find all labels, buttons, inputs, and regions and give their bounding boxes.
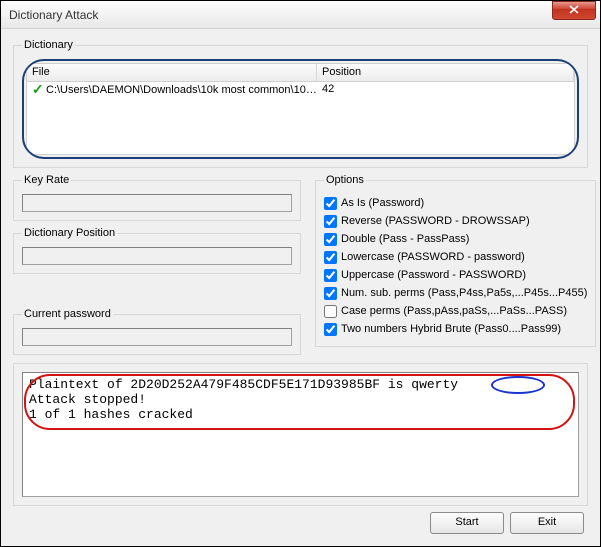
client-area: Dictionary File Position ✓C:\Users\DAEMO… (1, 29, 600, 546)
output-textarea[interactable]: Plaintext of 2D20D252A479F485CDF5E171D93… (22, 372, 579, 497)
option-item[interactable]: Num. sub. perms (Pass,P4ss,Pa5s,...P45s.… (324, 284, 587, 302)
button-bar: Start Exit (13, 510, 588, 536)
curpwd-group: Current password (13, 308, 301, 355)
option-checkbox[interactable] (324, 197, 337, 210)
options-legend: Options (324, 174, 366, 186)
keyrate-group: Key Rate (13, 174, 301, 221)
option-label: Two numbers Hybrid Brute (Pass0....Pass9… (341, 320, 561, 338)
option-label: Num. sub. perms (Pass,P4ss,Pa5s,...P45s.… (341, 284, 587, 302)
curpwd-field (22, 328, 292, 346)
dictionary-header: File Position (27, 64, 574, 82)
keyrate-field (22, 194, 292, 212)
cell-file: ✓C:\Users\DAEMON\Downloads\10k most comm… (27, 82, 317, 98)
close-icon (569, 5, 579, 14)
option-item[interactable]: Reverse (PASSWORD - DROWSSAP) (324, 212, 587, 230)
exit-button[interactable]: Exit (510, 512, 584, 534)
options-group: Options As Is (Password)Reverse (PASSWOR… (315, 174, 596, 347)
dictionary-group: Dictionary File Position ✓C:\Users\DAEMO… (13, 39, 588, 168)
option-checkbox[interactable] (324, 323, 337, 336)
option-label: Case perms (Pass,pAss,paSs,...PaSs...PAS… (341, 302, 567, 320)
option-item[interactable]: Lowercase (PASSWORD - password) (324, 248, 587, 266)
dictpos-group: Dictionary Position (13, 227, 301, 274)
curpwd-legend: Current password (22, 308, 113, 320)
option-checkbox[interactable] (324, 305, 337, 318)
option-label: Double (Pass - PassPass) (341, 230, 469, 248)
table-row[interactable]: ✓C:\Users\DAEMON\Downloads\10k most comm… (27, 82, 574, 98)
option-checkbox[interactable] (324, 233, 337, 246)
window-title: Dictionary Attack (9, 8, 552, 22)
option-item[interactable]: Two numbers Hybrid Brute (Pass0....Pass9… (324, 320, 587, 338)
option-checkbox[interactable] (324, 215, 337, 228)
option-item[interactable]: Uppercase (Password - PASSWORD) (324, 266, 587, 284)
option-checkbox[interactable] (324, 269, 337, 282)
option-checkbox[interactable] (324, 251, 337, 264)
check-icon: ✓ (32, 83, 46, 98)
dictpos-legend: Dictionary Position (22, 227, 117, 239)
cell-position: 42 (317, 82, 574, 98)
option-checkbox[interactable] (324, 287, 337, 300)
option-label: Uppercase (Password - PASSWORD) (341, 266, 526, 284)
dictionary-table[interactable]: File Position ✓C:\Users\DAEMON\Downloads… (26, 63, 575, 155)
dictpos-field (22, 247, 292, 265)
keyrate-legend: Key Rate (22, 174, 71, 186)
option-item[interactable]: Double (Pass - PassPass) (324, 230, 587, 248)
titlebar: Dictionary Attack (1, 1, 600, 29)
option-label: As Is (Password) (341, 194, 424, 212)
option-item[interactable]: Case perms (Pass,pAss,paSs,...PaSs...PAS… (324, 302, 587, 320)
dictionary-highlight: File Position ✓C:\Users\DAEMON\Downloads… (22, 59, 579, 159)
option-item[interactable]: As Is (Password) (324, 194, 587, 212)
option-label: Reverse (PASSWORD - DROWSSAP) (341, 212, 530, 230)
window: Dictionary Attack Dictionary File Positi… (0, 0, 601, 547)
dictionary-legend: Dictionary (22, 39, 75, 51)
close-button[interactable] (552, 1, 596, 20)
column-file[interactable]: File (27, 64, 317, 81)
option-label: Lowercase (PASSWORD - password) (341, 248, 525, 266)
output-group: Plaintext of 2D20D252A479F485CDF5E171D93… (13, 363, 588, 506)
start-button[interactable]: Start (430, 512, 504, 534)
column-position[interactable]: Position (317, 64, 574, 81)
